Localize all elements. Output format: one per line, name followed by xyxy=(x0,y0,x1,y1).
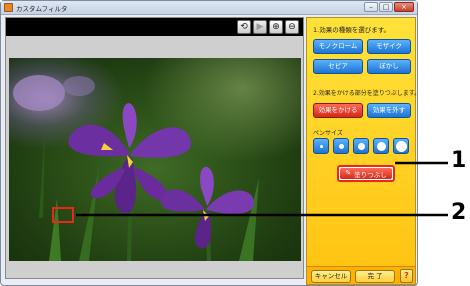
callout-lines xyxy=(76,161,448,217)
callout-number-2: 2 xyxy=(451,200,467,225)
callout-number-1: 1 xyxy=(451,148,467,173)
